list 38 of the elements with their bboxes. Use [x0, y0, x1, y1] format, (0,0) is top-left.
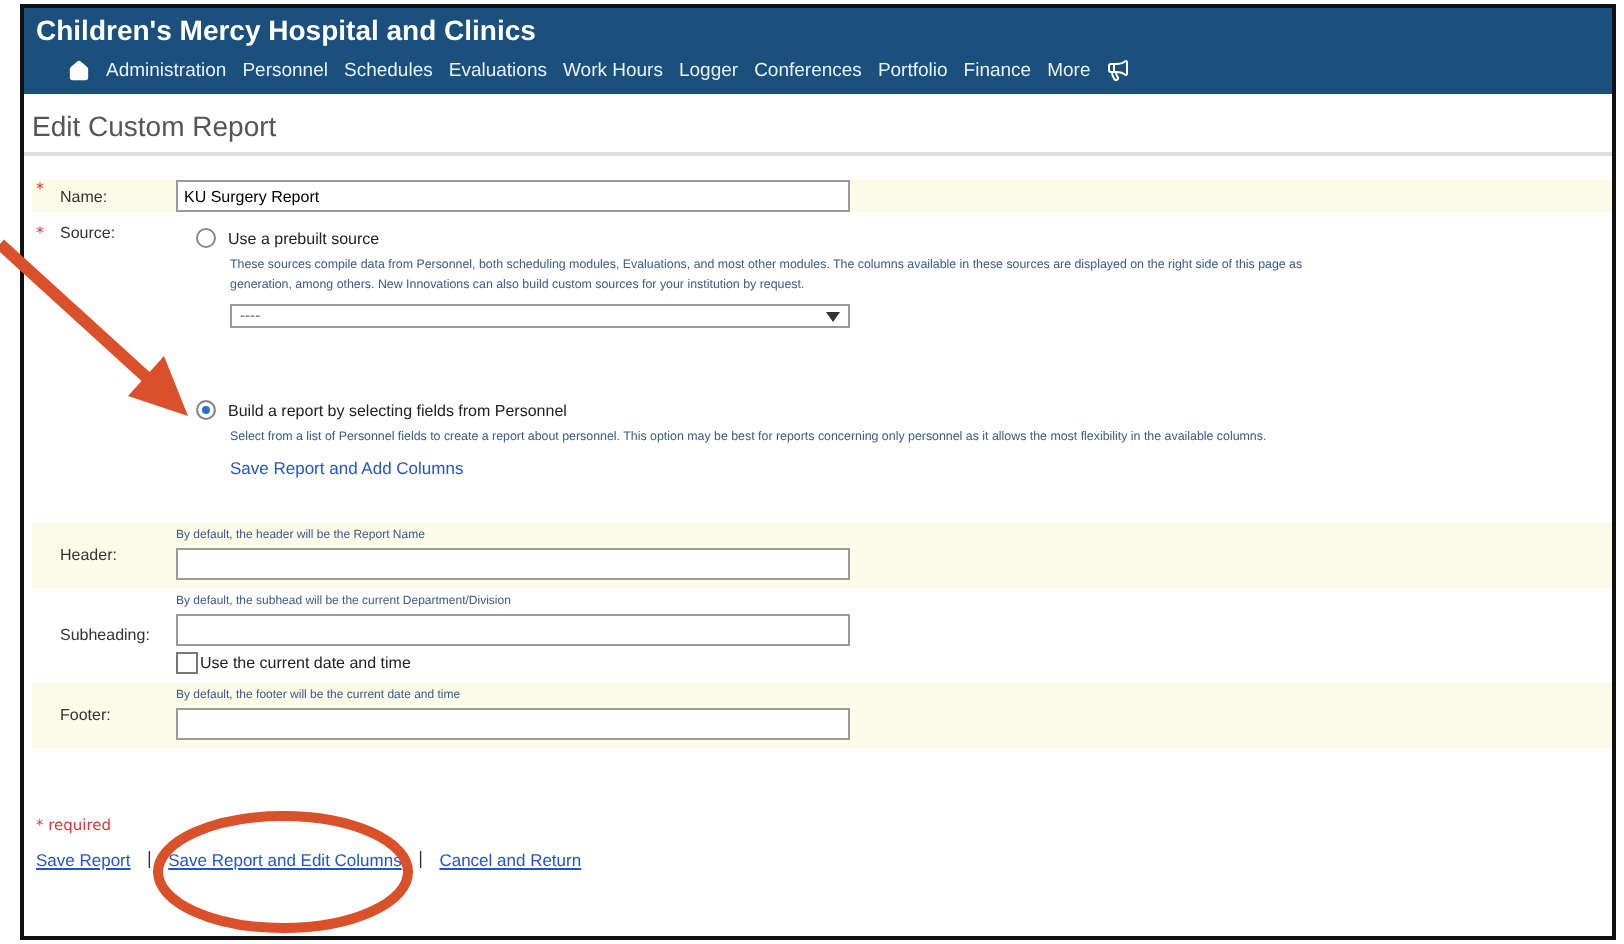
link-separator: |: [146, 850, 153, 870]
radio-button[interactable]: [196, 228, 216, 248]
nav-link[interactable]: Schedules: [343, 59, 433, 81]
field-label: Source:: [60, 224, 118, 242]
link-separator: |: [417, 850, 424, 870]
home-icon[interactable]: [68, 59, 90, 81]
checkbox-label: Use the current date and time: [200, 654, 411, 672]
field-label: Footer:: [60, 706, 113, 724]
add-columns-link[interactable]: Save Report and Add Columns: [230, 458, 1612, 478]
dropdown-caret-icon: [826, 311, 840, 321]
option-label: Use a prebuilt source: [228, 229, 380, 247]
field-label: Name:: [60, 187, 110, 205]
nav-link[interactable]: Administration: [106, 59, 227, 81]
nav-link[interactable]: Conferences: [754, 59, 862, 81]
megaphone-icon[interactable]: [1106, 58, 1131, 82]
field-label: Header:: [60, 546, 119, 564]
site-title: Children's Mercy Hospital and Clinics: [36, 14, 538, 46]
action-link[interactable]: Save Report: [36, 850, 131, 870]
action-link[interactable]: Cancel and Return: [439, 850, 582, 870]
nav-link[interactable]: Finance: [963, 59, 1032, 81]
nav-link[interactable]: Work Hours: [562, 59, 663, 81]
required-mark: *: [34, 180, 46, 202]
action-link[interactable]: Save Report and Edit Columns: [168, 850, 402, 870]
required-mark: *: [34, 224, 46, 246]
nav-link[interactable]: Logger: [678, 59, 739, 81]
nav-link[interactable]: Portfolio: [877, 59, 948, 81]
page-title: Edit Custom Report: [32, 110, 277, 142]
nav-link[interactable]: Evaluations: [448, 59, 547, 81]
text-input[interactable]: [176, 548, 850, 580]
text-input[interactable]: [176, 614, 850, 646]
option-label: Build a report by selecting fields from Personnel: [228, 401, 567, 419]
nav-link[interactable]: Personnel: [242, 59, 328, 81]
checkbox[interactable]: [176, 652, 198, 674]
text-input[interactable]: [176, 708, 850, 740]
nav-link[interactable]: More: [1047, 59, 1091, 81]
name-input[interactable]: KU Surgery Report: [176, 180, 850, 212]
field-label: Subheading:: [60, 626, 152, 644]
radio-button[interactable]: [196, 400, 216, 420]
